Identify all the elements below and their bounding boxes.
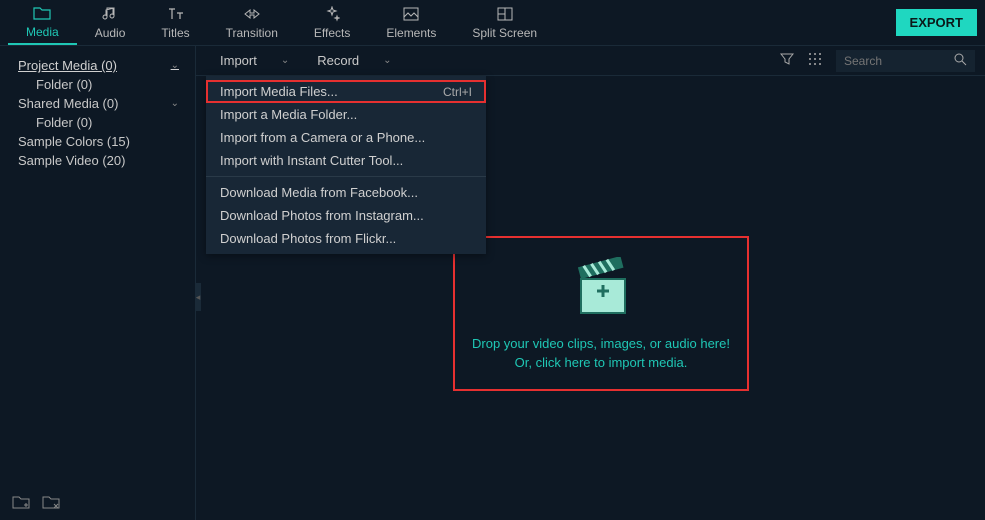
- sidebar-label: Sample Video (20): [18, 153, 125, 168]
- dropzone-text-2: Or, click here to import media.: [515, 355, 688, 370]
- sidebar-label: Project Media (0): [18, 58, 117, 73]
- menu-import-media-files[interactable]: Import Media Files... Ctrl+I: [206, 80, 486, 103]
- import-button[interactable]: Import ⌄: [206, 53, 303, 68]
- menu-label: Download Media from Facebook...: [220, 185, 418, 200]
- sidebar-project-folder[interactable]: Folder (0): [0, 75, 195, 94]
- text-icon: [168, 5, 184, 23]
- sidebar-bottom-actions: [12, 495, 60, 512]
- import-dropdown: Import Media Files... Ctrl+I Import a Me…: [206, 76, 486, 254]
- menu-label: Download Photos from Instagram...: [220, 208, 424, 223]
- nav-splitscreen[interactable]: Split Screen: [454, 1, 555, 44]
- menu-label: Import from a Camera or a Phone...: [220, 130, 425, 145]
- content-area: Import ⌄ Record ⌄: [196, 46, 985, 520]
- nav-audio[interactable]: Audio: [77, 1, 144, 44]
- chevron-down-icon: ⌄: [383, 55, 391, 66]
- nav-label: Elements: [386, 26, 436, 40]
- menu-label: Download Photos from Flickr...: [220, 231, 396, 246]
- sidebar-label: Folder (0): [36, 77, 92, 92]
- menu-label: Import with Instant Cutter Tool...: [220, 153, 403, 168]
- menu-download-flickr[interactable]: Download Photos from Flickr...: [206, 227, 486, 250]
- add-folder-icon[interactable]: [12, 495, 30, 512]
- sidebar-label: Sample Colors (15): [18, 134, 130, 149]
- toolbar-right: [780, 50, 975, 72]
- grid-icon[interactable]: [808, 52, 822, 69]
- chevron-down-icon: ⌄: [171, 98, 179, 109]
- chevron-down-icon: ⌄: [281, 55, 289, 66]
- sidebar-shared-media[interactable]: Shared Media (0) ⌄: [0, 94, 195, 113]
- menu-shortcut: Ctrl+I: [443, 85, 472, 99]
- sidebar-shared-folder[interactable]: Folder (0): [0, 113, 195, 132]
- nav-transition[interactable]: Transition: [208, 1, 296, 44]
- toolbar: Import ⌄ Record ⌄: [196, 46, 985, 76]
- sidebar: Project Media (0) ⌄ Folder (0) Shared Me…: [0, 46, 196, 520]
- menu-download-facebook[interactable]: Download Media from Facebook...: [206, 181, 486, 204]
- media-drop-zone[interactable]: Drop your video clips, images, or audio …: [453, 236, 749, 391]
- menu-download-instagram[interactable]: Download Photos from Instagram...: [206, 204, 486, 227]
- menu-import-media-folder[interactable]: Import a Media Folder...: [206, 103, 486, 126]
- sidebar-label: Folder (0): [36, 115, 92, 130]
- sidebar-label: Shared Media (0): [18, 96, 118, 111]
- transition-icon: [243, 5, 261, 23]
- split-icon: [497, 5, 513, 23]
- nav-elements[interactable]: Elements: [368, 1, 454, 44]
- nav-titles[interactable]: Titles: [143, 1, 207, 44]
- nav-label: Audio: [95, 26, 126, 40]
- music-icon: [102, 5, 118, 23]
- sidebar-sample-video[interactable]: Sample Video (20): [0, 151, 195, 170]
- nav-label: Transition: [226, 26, 278, 40]
- nav-media[interactable]: Media: [8, 0, 77, 45]
- main: Project Media (0) ⌄ Folder (0) Shared Me…: [0, 46, 985, 520]
- menu-separator: [206, 176, 486, 177]
- nav-label: Split Screen: [472, 26, 537, 40]
- button-label: Import: [220, 53, 257, 68]
- export-button[interactable]: EXPORT: [896, 9, 977, 36]
- search-box: [836, 50, 975, 72]
- search-icon[interactable]: [954, 53, 967, 69]
- top-nav: Media Audio Titles Transition Effects El…: [0, 0, 985, 46]
- menu-label: Import a Media Folder...: [220, 107, 357, 122]
- search-input[interactable]: [844, 54, 914, 68]
- filter-icon[interactable]: [780, 52, 794, 69]
- chevron-down-icon: ⌄: [171, 60, 179, 71]
- nav-label: Media: [26, 25, 59, 39]
- sparkle-icon: [324, 5, 340, 23]
- menu-import-cutter[interactable]: Import with Instant Cutter Tool...: [206, 149, 486, 172]
- sidebar-project-media[interactable]: Project Media (0) ⌄: [0, 56, 195, 75]
- button-label: Record: [317, 53, 359, 68]
- menu-import-camera[interactable]: Import from a Camera or a Phone...: [206, 126, 486, 149]
- clapperboard-icon: [567, 257, 635, 320]
- record-button[interactable]: Record ⌄: [303, 53, 405, 68]
- nav-effects[interactable]: Effects: [296, 1, 368, 44]
- folder-icon: [33, 4, 51, 22]
- menu-label: Import Media Files...: [220, 84, 338, 99]
- nav-label: Titles: [161, 26, 189, 40]
- image-icon: [403, 5, 419, 23]
- dropzone-text-1: Drop your video clips, images, or audio …: [472, 336, 730, 351]
- sidebar-sample-colors[interactable]: Sample Colors (15): [0, 132, 195, 151]
- remove-folder-icon[interactable]: [42, 495, 60, 512]
- nav-label: Effects: [314, 26, 350, 40]
